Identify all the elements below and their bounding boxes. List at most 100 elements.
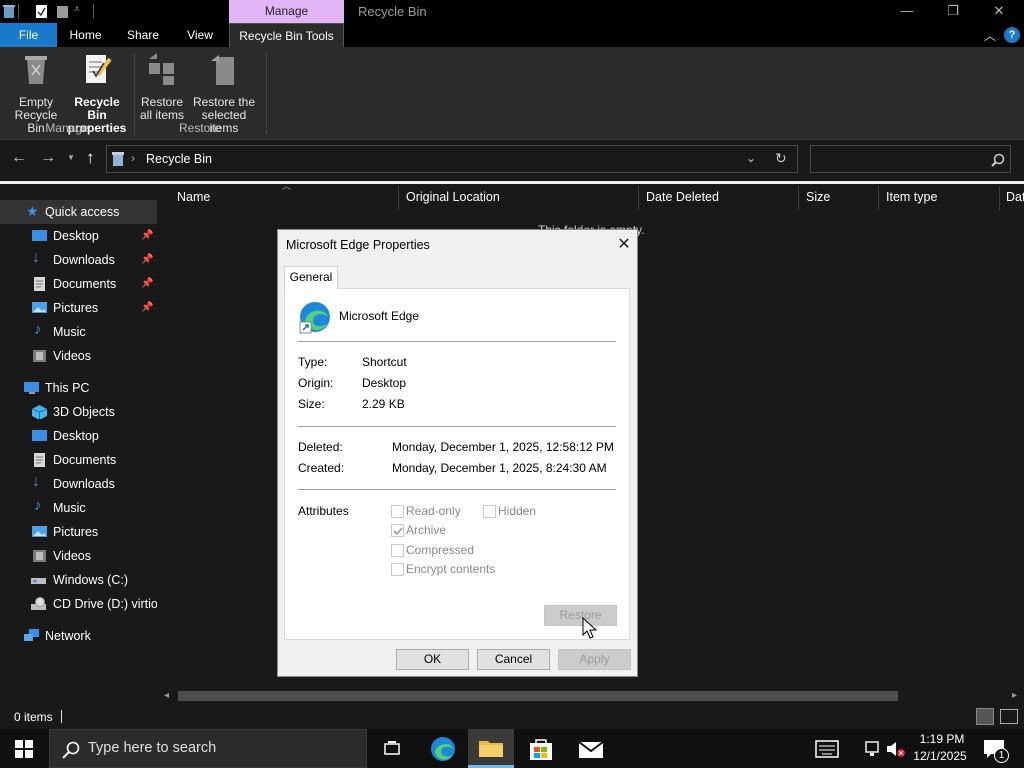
dialog-title: Microsoft Edge Properties — [286, 238, 430, 252]
archive-label: Archive — [406, 523, 447, 537]
archive-checkbox[interactable] — [391, 524, 404, 537]
nav-pc-music[interactable]: ♪ Music — [0, 496, 157, 520]
tab-view[interactable]: View — [172, 23, 228, 47]
close-button[interactable]: ✕ — [976, 0, 1022, 23]
column-divider[interactable] — [798, 186, 799, 210]
address-bar[interactable]: › Recycle Bin ⌄ ↻ — [106, 145, 798, 173]
help-icon[interactable]: ? — [1004, 27, 1020, 43]
ok-button[interactable]: OK — [396, 649, 469, 670]
hidden-checkbox[interactable] — [483, 505, 496, 518]
column-divider[interactable] — [398, 186, 399, 210]
nav-quick-downloads[interactable]: ↓ Downloads 📌 — [0, 248, 157, 272]
nav-pc-cd-drive[interactable]: CD Drive (D:) virtio- — [0, 592, 157, 616]
column-header-name[interactable]: Name — [177, 188, 210, 206]
tab-recycle-bin-tools[interactable]: Recycle Bin Tools — [229, 23, 344, 47]
tab-general[interactable]: General — [284, 266, 338, 289]
divider — [298, 426, 616, 427]
pin-icon[interactable]: 📌 — [141, 272, 153, 296]
scroll-right-icon[interactable]: ▸ — [1012, 690, 1017, 701]
windows-start-icon[interactable] — [15, 740, 33, 758]
tab-share[interactable]: Share — [114, 23, 172, 47]
cancel-button[interactable]: Cancel — [477, 649, 550, 670]
nav-quick-music[interactable]: ♪ Music — [0, 320, 157, 344]
back-arrow-icon[interactable]: ← — [11, 149, 27, 167]
clock-date[interactable]: 12/1/2025 — [908, 749, 972, 763]
address-path[interactable]: Recycle Bin — [146, 152, 212, 166]
pin-icon[interactable]: 📌 — [141, 248, 153, 272]
column-divider[interactable] — [878, 186, 879, 210]
nav-label: Videos — [53, 549, 91, 563]
search-input[interactable] — [810, 145, 1011, 173]
keyboard-icon[interactable] — [815, 740, 839, 758]
nav-label: Downloads — [53, 477, 115, 491]
nav-network[interactable]: Network — [0, 624, 157, 648]
tab-file[interactable]: File — [0, 23, 57, 47]
new-folder-icon[interactable] — [56, 4, 69, 19]
nav-label: Network — [45, 629, 91, 643]
nav-pc-downloads[interactable]: ↓ Downloads — [0, 472, 157, 496]
restore-all-button[interactable]: Restore all items — [136, 51, 188, 122]
nav-quick-access[interactable]: ★ Quick access — [0, 200, 157, 224]
item-count: 0 items — [14, 710, 53, 724]
dialog-close-button[interactable]: ✕ — [614, 235, 634, 255]
nav-pc-3d-objects[interactable]: 3D Objects — [0, 400, 157, 424]
horizontal-scrollbar[interactable]: ◂ ▸ — [160, 688, 1024, 704]
column-header-size[interactable]: Size — [806, 188, 830, 206]
apply-button[interactable]: Apply — [558, 649, 631, 670]
volume-muted-icon[interactable] — [886, 740, 906, 758]
taskbar-file-explorer-active[interactable] — [468, 729, 514, 768]
minimize-button[interactable]: — — [884, 0, 930, 23]
nav-pc-documents[interactable]: Documents — [0, 448, 157, 472]
nav-pc-drive-c[interactable]: Windows (C:) — [0, 568, 157, 592]
pin-icon[interactable]: 📌 — [141, 224, 153, 248]
desktop-icon — [32, 430, 47, 441]
pin-icon[interactable]: 📌 — [141, 296, 153, 320]
restore-button[interactable]: ❐ — [930, 0, 976, 23]
taskbar-search-box[interactable]: Type here to search — [49, 729, 367, 768]
scrollbar-thumb[interactable] — [178, 691, 898, 701]
readonly-checkbox[interactable] — [391, 505, 404, 518]
properties-icon[interactable] — [35, 4, 48, 19]
nav-pc-videos[interactable]: Videos — [0, 544, 157, 568]
nav-quick-desktop[interactable]: Desktop 📌 — [0, 224, 157, 248]
nav-quick-videos[interactable]: Videos — [0, 344, 157, 368]
nav-label: Windows (C:) — [53, 573, 129, 587]
scroll-left-icon[interactable]: ◂ — [164, 690, 169, 701]
column-divider[interactable] — [999, 186, 1000, 210]
column-header-date[interactable]: Dat — [1006, 188, 1024, 206]
tab-home[interactable]: Home — [57, 23, 114, 47]
column-divider[interactable] — [638, 186, 639, 210]
encrypt-checkbox[interactable] — [391, 563, 404, 576]
nav-quick-pictures[interactable]: Pictures 📌 — [0, 296, 157, 320]
restore-button[interactable]: Restore — [544, 605, 617, 626]
forward-arrow-icon[interactable]: → — [40, 149, 56, 167]
column-header-original-location[interactable]: Original Location — [406, 188, 500, 206]
nav-this-pc[interactable]: This PC — [0, 376, 157, 400]
collapse-ribbon-icon[interactable]: ︿ — [984, 27, 996, 44]
context-tab-manage[interactable]: Manage — [229, 0, 344, 23]
clock-time[interactable]: 1:19 PM — [912, 732, 972, 746]
edge-icon[interactable] — [429, 735, 457, 763]
up-arrow-icon[interactable]: ↑ — [86, 148, 95, 168]
nav-label: This PC — [45, 381, 90, 395]
task-view-icon[interactable] — [383, 740, 401, 758]
qat-dropdown-icon[interactable]: ⩡ — [74, 4, 80, 15]
address-dropdown-icon[interactable]: ⌄ — [746, 151, 756, 165]
nav-pc-desktop[interactable]: Desktop — [0, 424, 157, 448]
network-tray-icon[interactable] — [864, 740, 880, 758]
refresh-icon[interactable]: ↻ — [775, 150, 787, 167]
nav-quick-documents[interactable]: Documents 📌 — [0, 272, 157, 296]
column-header-date-deleted[interactable]: Date Deleted — [646, 188, 719, 206]
nav-label: Quick access — [45, 205, 120, 219]
recent-locations-chevron-icon[interactable]: ▼ — [67, 153, 75, 162]
compressed-checkbox[interactable] — [391, 544, 404, 557]
mail-icon[interactable] — [578, 739, 604, 759]
details-view-icon[interactable] — [976, 708, 994, 725]
nav-pc-pictures[interactable]: Pictures — [0, 520, 157, 544]
column-header-item-type[interactable]: Item type — [886, 188, 937, 206]
large-icons-view-icon[interactable] — [1000, 709, 1018, 724]
mouse-cursor-icon — [582, 617, 598, 639]
size-label: Size: — [298, 397, 325, 411]
compressed-label: Compressed — [406, 543, 475, 557]
store-icon[interactable] — [529, 737, 553, 761]
